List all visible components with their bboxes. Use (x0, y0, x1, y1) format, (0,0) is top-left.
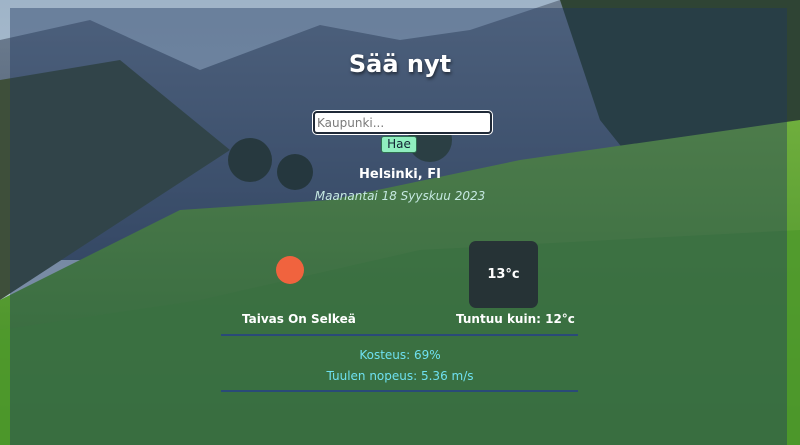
temperature-value: 13°c (487, 267, 520, 282)
page-title: Sää nyt (348, 50, 452, 78)
sun-icon (276, 256, 304, 284)
city-search-input[interactable] (313, 111, 492, 134)
search-button[interactable]: Hae (381, 136, 417, 153)
location-city: Helsinki, FI (359, 167, 441, 182)
weather-description: Taivas On Selkeä (242, 312, 356, 326)
wind-speed: Tuulen nopeus: 5.36 m/s (326, 369, 474, 383)
divider-top (221, 334, 578, 336)
temperature-box: 13°c (469, 241, 538, 308)
humidity: Kosteus: 69% (359, 348, 441, 362)
feels-like: Tuntuu kuin: 12°c (456, 312, 575, 326)
current-date: Maanantai 18 Syyskuu 2023 (314, 189, 486, 203)
divider-bottom (221, 390, 578, 392)
